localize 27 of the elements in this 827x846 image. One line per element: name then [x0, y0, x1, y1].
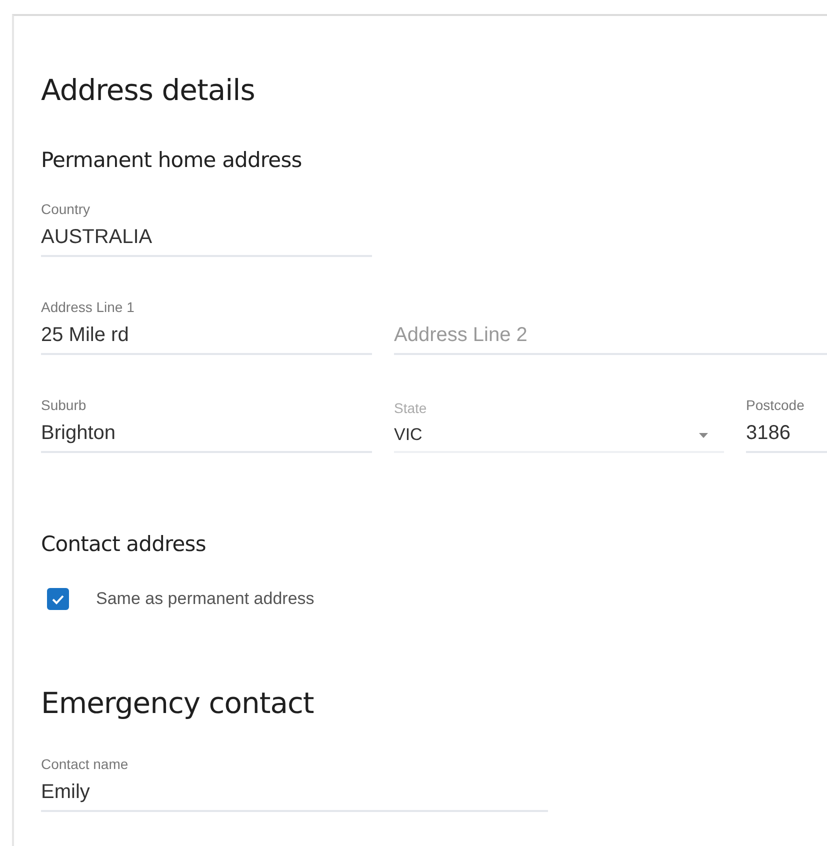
- field-label: Address Line 1: [41, 299, 136, 315]
- caret-icon: [699, 432, 708, 438]
- field-label: State: [394, 400, 428, 416]
- check-icon: [51, 594, 65, 604]
- field-label: Country: [41, 201, 92, 217]
- text-field[interactable]: Postcode 3186: [746, 387, 827, 453]
- section-heading: Emergency contact: [41, 688, 315, 718]
- section-heading: Address details: [41, 75, 256, 105]
- text-field[interactable]: Contact name Emily: [41, 746, 548, 812]
- field-value: 25 Mile rd: [41, 324, 130, 347]
- text-field[interactable]: Address Line 1 25 Mile rd: [41, 289, 372, 355]
- field-value: Emily: [41, 781, 91, 804]
- checkbox[interactable]: [47, 588, 69, 610]
- field-value: VIC: [394, 425, 422, 445]
- field-value: AUSTRALIA: [41, 226, 154, 249]
- text-field[interactable]: Country AUSTRALIA: [41, 191, 372, 257]
- text-field[interactable]: Suburb Brighton: [41, 387, 372, 453]
- subsection-heading: Permanent home address: [41, 149, 303, 171]
- state-dropdown[interactable]: State VIC: [394, 387, 724, 453]
- field-value: Brighton: [41, 422, 116, 445]
- field-label: Postcode: [746, 397, 806, 413]
- field-placeholder: Address Line 2: [394, 324, 528, 347]
- subsection-heading: Contact address: [41, 533, 207, 555]
- field-value: 3186: [746, 422, 792, 445]
- checkbox-label: Same as permanent address: [96, 589, 314, 609]
- field-label: Contact name: [41, 756, 130, 772]
- field-label: Suburb: [41, 397, 88, 413]
